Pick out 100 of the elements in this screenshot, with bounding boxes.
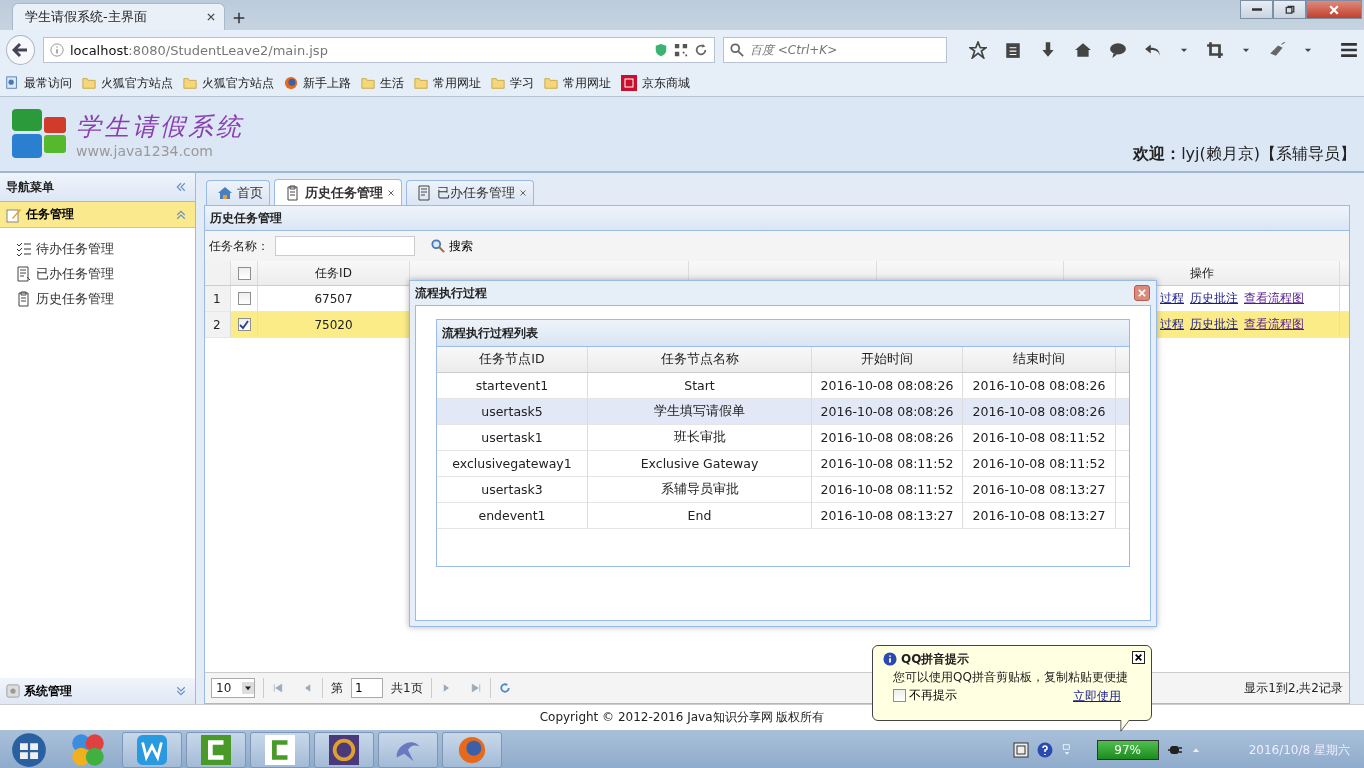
bookmark-star-button[interactable] (969, 41, 987, 59)
page-field[interactable]: 1 (351, 678, 383, 698)
restore-button[interactable] (1273, 0, 1306, 19)
menu-item[interactable]: 历史任务管理 (16, 290, 195, 308)
speech-bubble-icon (1109, 41, 1127, 59)
first-page-icon (272, 682, 284, 694)
table-cell: 学生填写请假单 (654, 403, 745, 420)
column-header: 任务节点ID (479, 351, 545, 368)
last-page-icon (469, 682, 482, 694)
tab[interactable]: 已办任务管理 (406, 180, 534, 205)
star-icon (969, 41, 987, 59)
clipboard-icon (285, 184, 301, 201)
checkbox[interactable]: 不再提示 (893, 687, 957, 704)
table-row[interactable]: endevent1 End 2016-10-08 08:13:27 2016-10-08 08:13:27 (437, 503, 1129, 529)
table-row[interactable]: usertask1 班长审批 2016-10-08 08:08:26 2016-10-08 08:11:52 (437, 425, 1129, 451)
action-link[interactable]: 过程 (1160, 316, 1184, 333)
page-label: 第 (331, 679, 343, 697)
page-size-select[interactable]: 10 (211, 678, 255, 698)
search-button[interactable]: 搜索 (427, 235, 477, 257)
action-link[interactable]: 历史批注 (1190, 290, 1238, 307)
reading-list-button[interactable] (1004, 41, 1022, 59)
bookmark-item[interactable]: 火狐官方站点 (82, 74, 173, 92)
taskbar-app[interactable] (186, 732, 246, 768)
action-link[interactable]: 查看流程图 (1244, 290, 1304, 307)
table-cell: 2016-10-08 08:11:52 (972, 456, 1106, 471)
table-cell: 2016-10-08 08:11:52 (820, 482, 954, 497)
close-icon[interactable] (519, 189, 527, 197)
minimize-button[interactable] (1240, 0, 1273, 19)
checkbox[interactable] (237, 318, 251, 331)
caret-icon (242, 681, 254, 695)
menu-item[interactable]: 待办任务管理 (16, 240, 195, 258)
plus-icon (233, 12, 245, 24)
action-link[interactable]: 查看流程图 (1244, 316, 1304, 333)
tab[interactable]: 历史任务管理 (274, 179, 402, 205)
url-text: localhost:8080/StudentLeave2/main.jsp (69, 42, 328, 58)
table-row[interactable]: exclusivegateway1 Exclusive Gateway 2016-10-08 08:11:52 2016-10-08 08:11:52 (437, 451, 1129, 477)
c-app-icon (201, 735, 231, 765)
row-number: 2 (205, 312, 231, 337)
table-cell: 2016-10-08 08:13:27 (972, 508, 1106, 523)
table-cell: End (687, 508, 712, 523)
taskbar-app[interactable] (314, 732, 374, 768)
action-link[interactable]: 历史批注 (1190, 316, 1238, 333)
row-number: 1 (205, 286, 231, 311)
chat-button[interactable] (1109, 41, 1127, 59)
taskbar-app[interactable] (250, 732, 310, 768)
bookmark-item[interactable]: 火狐官方站点 (183, 74, 274, 92)
close-icon[interactable] (387, 188, 395, 197)
back-button[interactable] (6, 35, 35, 65)
bookmark-item[interactable]: 新手上路 (284, 74, 351, 92)
checkbox[interactable] (237, 292, 251, 305)
gear-box-icon (6, 684, 20, 698)
back-arrow-icon (12, 42, 29, 58)
table-row[interactable]: usertask5 学生填写请假单 2016-10-08 08:08:26 2016-10-08 08:08:26 (437, 399, 1129, 425)
table-cell: 2016-10-08 08:08:26 (820, 430, 954, 445)
taskbar-app[interactable] (122, 732, 182, 768)
menu-item[interactable]: 已办任务管理 (16, 265, 195, 283)
close-icon (1134, 653, 1143, 662)
accordion-header[interactable]: 任务管理 (0, 202, 195, 228)
crop-button[interactable] (1206, 41, 1224, 59)
info-icon (883, 652, 897, 666)
table-cell: usertask3 (481, 482, 543, 497)
new-tab-button[interactable] (233, 12, 245, 24)
close-icon (206, 12, 216, 22)
home-icon (217, 185, 233, 201)
bookmark-item[interactable]: 最常访问 (5, 74, 72, 92)
bookmark-item[interactable]: 常用网址 (414, 74, 481, 92)
address-bar[interactable]: localhost:8080/StudentLeave2/main.jsp (42, 37, 715, 63)
browser-tab[interactable]: 学生请假系统-主界面 (12, 3, 225, 30)
accordion-header[interactable]: 系统管理 (0, 678, 195, 704)
task-name-field[interactable] (275, 236, 415, 256)
tab[interactable]: 首页 (206, 180, 270, 205)
taskbar-app[interactable] (442, 732, 502, 768)
chevron-up-icon (175, 208, 187, 221)
tab-title: 学生请假系统-主界面 (25, 8, 147, 26)
use-now-link[interactable]: 立即使用 (1073, 687, 1121, 704)
bookmark-item[interactable]: 常用网址 (544, 74, 611, 92)
folder-icon (82, 76, 96, 90)
bookmark-item[interactable]: 学习 (491, 74, 534, 92)
menu-icon (1340, 41, 1358, 59)
close-button[interactable] (1132, 651, 1145, 664)
dialog-title: 流程执行过程 (415, 284, 487, 302)
table-row[interactable]: usertask3 系辅导员审批 2016-10-08 08:11:52 2016-10-08 08:13:27 (437, 477, 1129, 503)
panel-title: 历史任务管理 (210, 209, 282, 227)
clipboard-icon (1004, 41, 1022, 59)
colorful-blobs-icon (70, 732, 106, 768)
crop-icon (1206, 41, 1224, 59)
checklist-icon (16, 241, 32, 257)
taskbar-app[interactable] (378, 732, 438, 768)
home-button[interactable] (1074, 41, 1092, 59)
bookmark-item[interactable]: 京东商城 (621, 74, 690, 92)
checkbox[interactable] (237, 266, 251, 280)
menu-button[interactable] (1340, 41, 1358, 59)
table-cell: usertask1 (481, 430, 543, 445)
action-link[interactable]: 过程 (1160, 290, 1184, 307)
bookmark-item[interactable]: 生活 (361, 74, 404, 92)
table-cell: 2016-10-08 08:08:26 (972, 404, 1106, 419)
w-app-icon (137, 735, 167, 765)
search-field[interactable]: 百度 <Ctrl+K> (723, 37, 947, 63)
refresh-button[interactable] (498, 682, 511, 694)
collapse-button[interactable] (175, 181, 187, 193)
